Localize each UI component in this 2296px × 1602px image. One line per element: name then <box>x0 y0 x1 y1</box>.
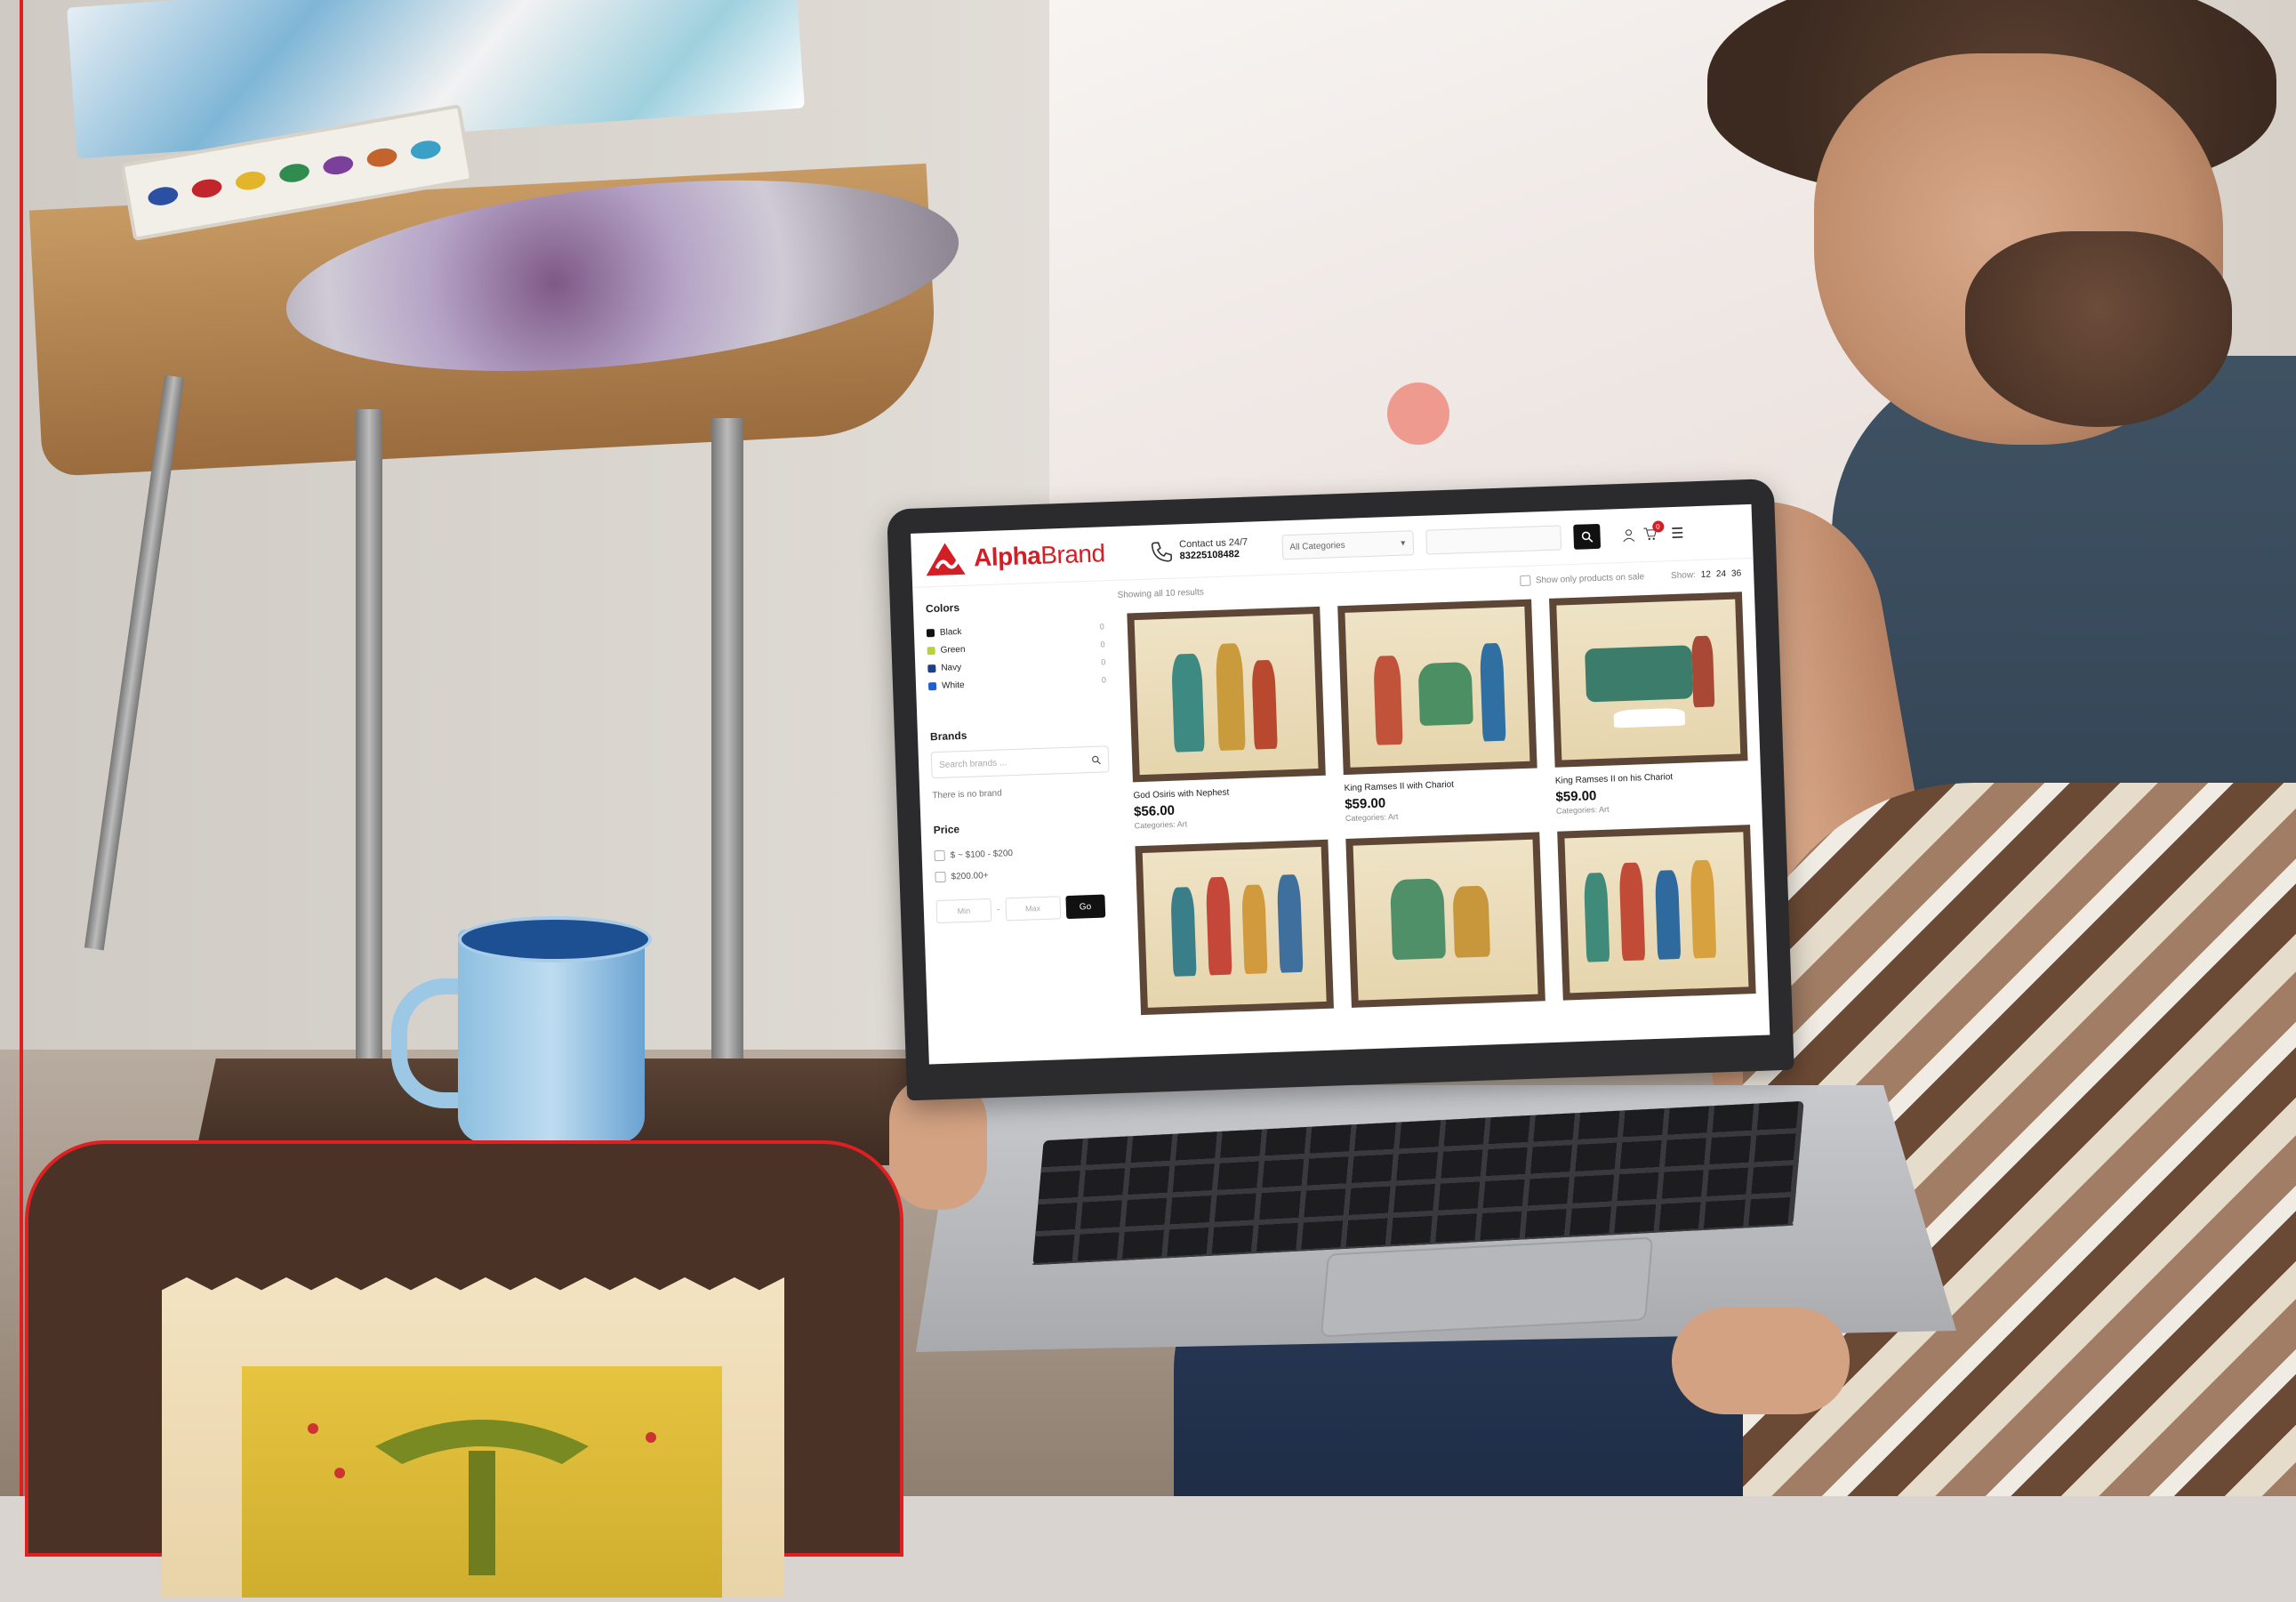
price-range: Min - Max Go <box>935 894 1114 924</box>
price-option-label: $ ~ $100 - $200 <box>950 848 1014 861</box>
category-select-value: All Categories <box>1289 540 1345 552</box>
color-label: Green <box>940 644 966 656</box>
easel-leg <box>711 418 743 1112</box>
alphabrand-logo-icon <box>926 543 966 576</box>
color-swatch <box>926 628 935 637</box>
person-hand <box>1672 1308 1850 1414</box>
filter-sidebar: Colors Black 0 Green 0 Navy 0 White 0 Br… <box>925 596 1114 924</box>
no-brand-note: There is no brand <box>932 788 1002 801</box>
easel-leg <box>356 409 382 1103</box>
color-swatch <box>927 664 936 672</box>
product-card[interactable]: King Ramses II with Chariot $59.00 Categ… <box>1337 599 1539 823</box>
chevron-down-icon: ▾ <box>1401 537 1406 549</box>
laptop-lid: AlphaBrand Contact us 24/7 83225108482 A… <box>887 478 1794 1101</box>
price-checkbox[interactable] <box>935 871 946 883</box>
product-image[interactable] <box>1135 839 1335 1016</box>
user-icon[interactable] <box>1621 527 1636 543</box>
brands-heading: Brands <box>929 729 967 744</box>
mug-rim <box>458 916 652 962</box>
product-card[interactable] <box>1556 825 1756 1001</box>
product-image[interactable] <box>1127 606 1327 783</box>
min-price-input[interactable]: Min <box>935 898 992 924</box>
category-select[interactable]: All Categories ▾ <box>1280 530 1414 560</box>
person-beard <box>1965 231 2232 427</box>
promo-card <box>25 1140 903 1598</box>
laptop-trackpad <box>1320 1236 1654 1338</box>
cart-button[interactable]: 0 <box>1642 519 1665 543</box>
color-count: 0 <box>1100 640 1105 649</box>
on-sale-label: Show only products on sale <box>1535 571 1645 585</box>
search-icon <box>1091 755 1101 764</box>
search-input[interactable] <box>1425 525 1561 555</box>
price-go-button[interactable]: Go <box>1065 894 1105 920</box>
product-image[interactable] <box>1337 599 1537 776</box>
product-card[interactable]: King Ramses II on his Chariot $59.00 Cat… <box>1548 592 1750 816</box>
laptop-screen: AlphaBrand Contact us 24/7 83225108482 A… <box>911 503 1770 1065</box>
paint-splash <box>1387 382 1449 445</box>
product-image[interactable] <box>1345 832 1545 1008</box>
on-sale-checkbox[interactable] <box>1519 575 1531 587</box>
papyrus-painting <box>242 1366 722 1598</box>
contact-block: Contact us 24/7 83225108482 <box>1149 537 1248 564</box>
cart-count-badge: 0 <box>1651 519 1665 533</box>
color-swatch <box>927 646 935 655</box>
color-count: 0 <box>1101 675 1107 685</box>
menu-icon[interactable]: ☰ <box>1671 525 1684 543</box>
red-frame-edge <box>20 0 23 1496</box>
brand-search-placeholder: Search brands ... <box>938 757 1008 770</box>
colors-heading: Colors <box>925 601 960 616</box>
product-card[interactable] <box>1345 832 1545 1008</box>
product-image[interactable] <box>1548 592 1748 768</box>
search-button[interactable] <box>1572 523 1601 550</box>
show-label: Show: <box>1670 569 1697 581</box>
logo-text-light: Brand <box>1040 539 1105 569</box>
range-separator: - <box>996 904 1000 915</box>
price-heading: Price <box>933 823 960 837</box>
price-checkbox[interactable] <box>934 849 945 862</box>
max-price-input[interactable]: Max <box>1005 896 1061 922</box>
product-card[interactable]: God Osiris with Nephest $56.00 Categorie… <box>1127 606 1328 830</box>
contact-number[interactable]: 83225108482 <box>1179 549 1248 563</box>
header-icons: 0 ☰ <box>1621 519 1684 544</box>
search-icon <box>1581 531 1593 543</box>
shop-website: AlphaBrand Contact us 24/7 83225108482 A… <box>911 503 1770 1065</box>
product-card[interactable] <box>1135 839 1335 1016</box>
winged-scarab-icon <box>308 1420 656 1575</box>
brand-search-input[interactable]: Search brands ... <box>930 745 1110 779</box>
color-count: 0 <box>1099 622 1105 632</box>
product-grid: God Osiris with Nephest $56.00 Categorie… <box>1127 592 1756 1016</box>
per-page-option[interactable]: 12 <box>1701 569 1712 579</box>
phone-icon <box>1151 542 1172 562</box>
price-option-label: $200.00+ <box>951 870 989 882</box>
color-swatch <box>927 681 937 690</box>
logo-text-bold: Alpha <box>973 541 1041 572</box>
site-logo[interactable]: AlphaBrand <box>923 535 1105 577</box>
result-count: Showing all 10 results <box>1117 586 1205 600</box>
per-page-option[interactable]: 24 <box>1716 568 1727 578</box>
color-label: Black <box>939 626 962 638</box>
color-count: 0 <box>1101 657 1106 667</box>
product-image[interactable] <box>1556 825 1756 1001</box>
per-page-selector: Show: 12 24 36 <box>1671 568 1742 581</box>
color-label: Navy <box>941 662 962 673</box>
per-page-option[interactable]: 36 <box>1731 568 1742 578</box>
on-sale-filter[interactable]: Show only products on sale <box>1519 571 1645 587</box>
color-label: White <box>941 680 965 691</box>
